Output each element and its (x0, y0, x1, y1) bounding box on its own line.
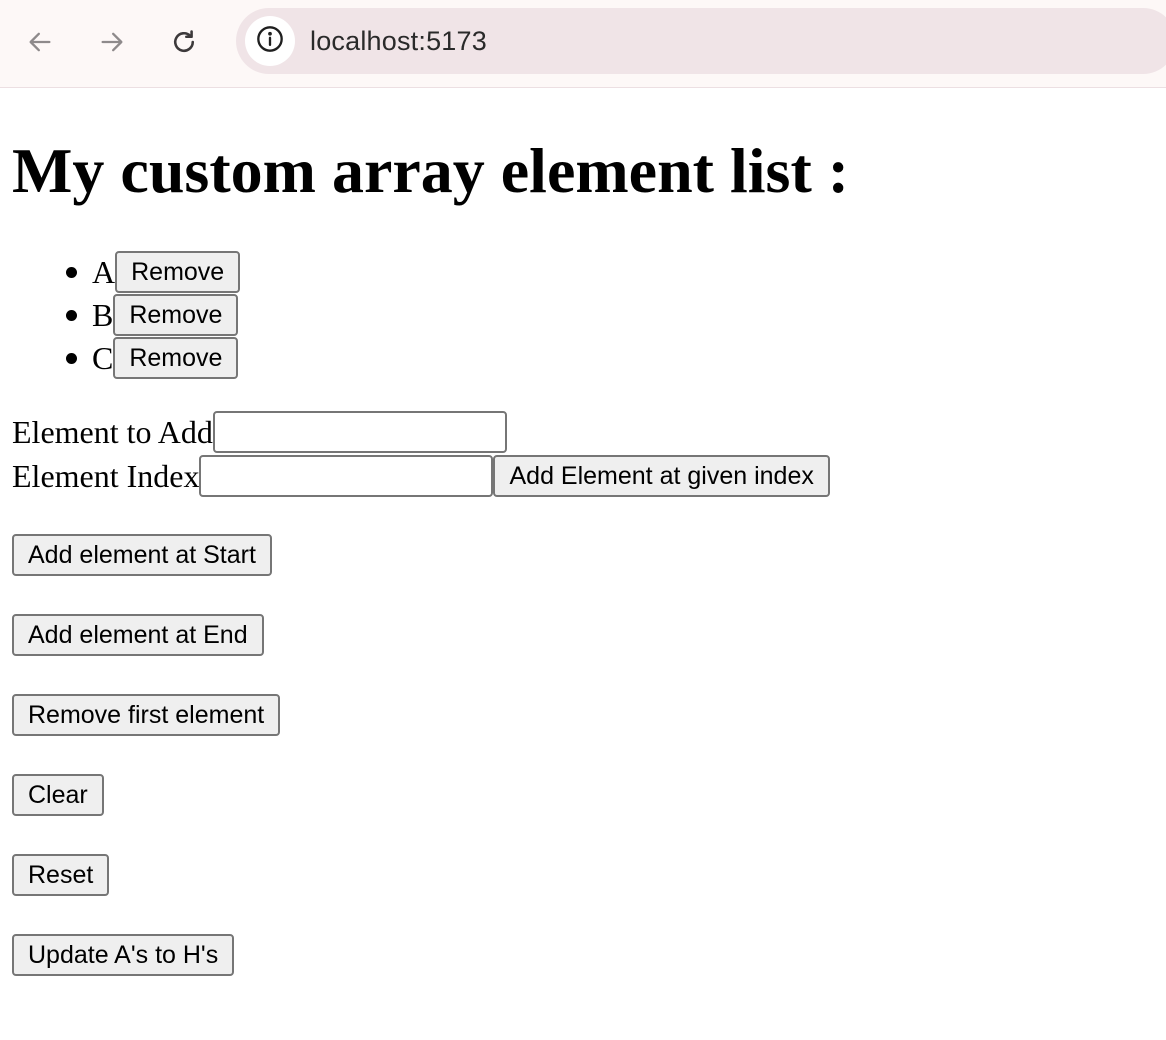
site-info-button[interactable] (245, 16, 295, 66)
element-to-add-input[interactable] (212, 410, 507, 453)
add-at-start-button[interactable]: Add element at Start (12, 534, 272, 576)
arrow-right-icon (98, 28, 126, 56)
remove-first-button[interactable]: Remove first element (12, 694, 281, 736)
item-label: C (92, 339, 114, 376)
element-to-add-label: Element to Add (12, 413, 213, 450)
address-bar[interactable]: localhost:5173 (236, 8, 1166, 74)
element-index-row: Element Index Add Element at given index (12, 454, 830, 497)
info-icon (256, 25, 284, 58)
reload-icon (170, 28, 198, 56)
reset-button[interactable]: Reset (12, 854, 110, 896)
forward-button[interactable] (90, 20, 134, 64)
bullet-icon (66, 353, 77, 364)
remove-button[interactable]: Remove (113, 336, 239, 379)
item-label: B (92, 296, 114, 333)
url-text[interactable]: localhost:5173 (310, 8, 487, 74)
arrow-left-icon (26, 28, 54, 56)
add-at-index-button[interactable]: Add Element at given index (493, 454, 830, 497)
page-title: My custom array element list : (12, 135, 850, 206)
bullet-icon (66, 310, 77, 321)
clear-button[interactable]: Clear (12, 774, 104, 816)
list-item: C Remove (12, 336, 240, 379)
element-index-input[interactable] (199, 454, 494, 497)
browser-toolbar: localhost:5173 (0, 0, 1166, 88)
reload-button[interactable] (162, 20, 206, 64)
element-to-add-row: Element to Add (12, 410, 507, 453)
list-item: A Remove (12, 250, 241, 293)
bullet-icon (66, 267, 77, 278)
add-at-end-button[interactable]: Add element at End (12, 614, 264, 656)
item-label: A (92, 253, 116, 290)
element-list: A Remove B Remove C Remove (12, 250, 241, 379)
remove-button[interactable]: Remove (115, 250, 241, 293)
remove-button[interactable]: Remove (113, 293, 239, 336)
back-button[interactable] (18, 20, 62, 64)
update-a-to-h-button[interactable]: Update A's to H's (12, 934, 235, 976)
element-index-label: Element Index (12, 457, 200, 494)
list-item: B Remove (12, 293, 240, 336)
